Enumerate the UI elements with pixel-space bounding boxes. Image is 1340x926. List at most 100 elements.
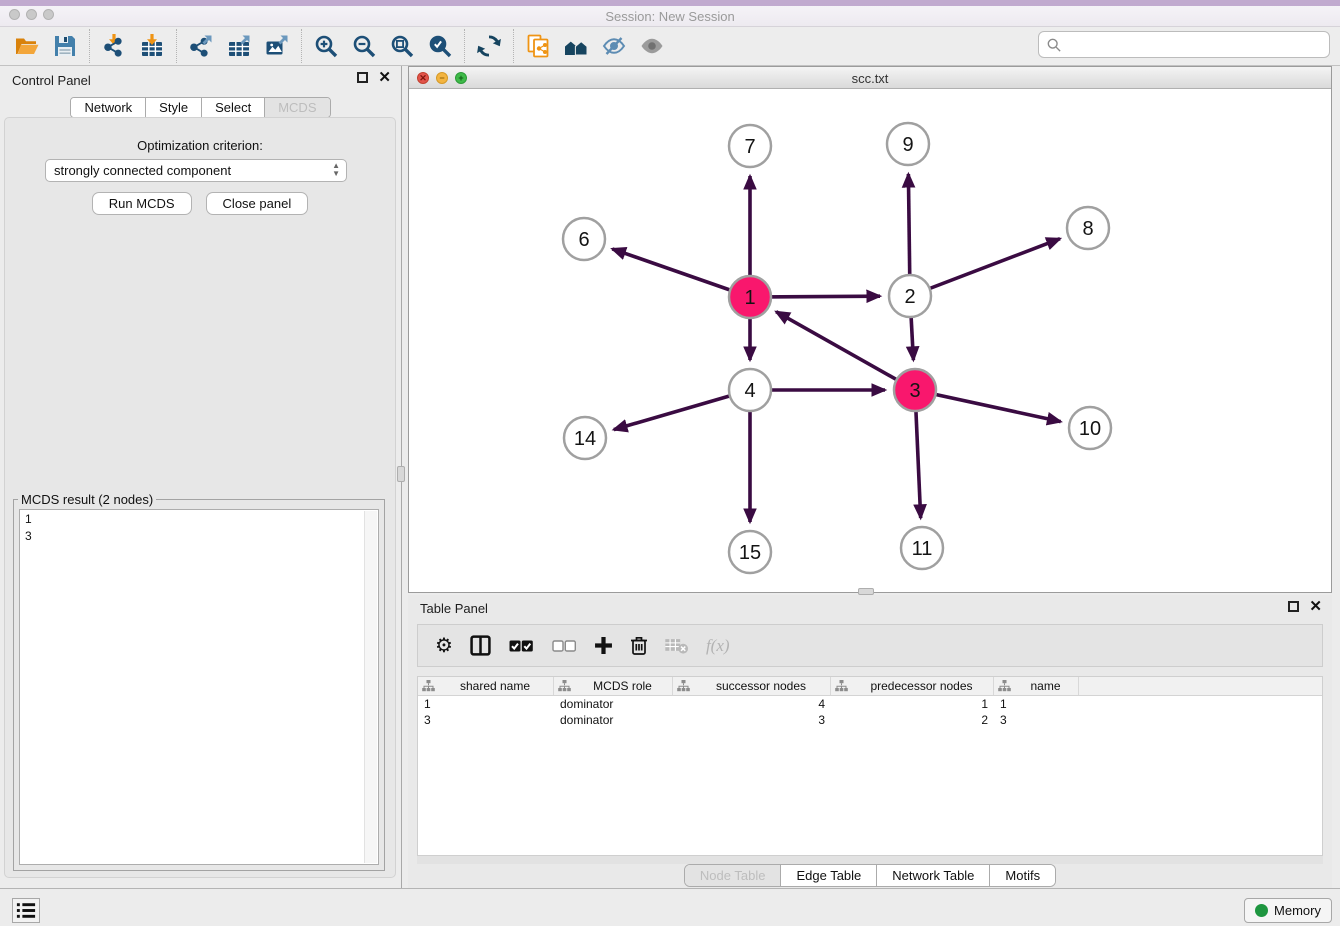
table-tab-edge-table[interactable]: Edge Table: [781, 865, 877, 886]
hide-selected-icon: [602, 34, 626, 58]
cell-shared-name[interactable]: 1: [418, 696, 554, 712]
deselect-all-button[interactable]: [551, 639, 577, 653]
columns-button[interactable]: [470, 635, 491, 656]
gear-button[interactable]: ⚙: [435, 633, 453, 658]
zoom-selected-icon: [428, 34, 452, 58]
table-tab-node-table[interactable]: Node Table: [685, 865, 782, 886]
table-header-row: shared nameMCDS rolesuccessor nodesprede…: [418, 677, 1322, 696]
refresh-layout-icon: [477, 34, 501, 58]
column-header-successor-nodes[interactable]: successor nodes: [673, 677, 831, 695]
graph-node-9[interactable]: 9: [887, 123, 929, 165]
zoom-in-button[interactable]: [307, 30, 345, 62]
hide-selected-button[interactable]: [595, 30, 633, 62]
cell-successor-nodes[interactable]: 3: [673, 712, 831, 728]
network-window-titlebar: ✕ − + scc.txt: [409, 67, 1331, 89]
zoom-out-button[interactable]: [345, 30, 383, 62]
graph-node-2[interactable]: 2: [889, 275, 931, 317]
graph-node-15[interactable]: 15: [729, 531, 771, 573]
mcds-result-list[interactable]: 13: [19, 509, 379, 865]
graph-node-6[interactable]: 6: [563, 218, 605, 260]
save-session-button[interactable]: [46, 30, 84, 62]
network-view-window: ✕ − + scc.txt 7 9 6 8 1 2 4 3 14 10 15 11: [408, 66, 1332, 593]
graph-node-3[interactable]: 3: [894, 369, 936, 411]
mcds-result-line: 1: [25, 511, 373, 528]
delete-row-button[interactable]: [630, 635, 648, 656]
table-row[interactable]: 3dominator323: [418, 712, 1322, 728]
table-tab-motifs[interactable]: Motifs: [990, 865, 1055, 886]
memory-button[interactable]: Memory: [1244, 898, 1332, 923]
hierarchy-icon: [835, 680, 848, 692]
network-graph: 7 9 6 8 1 2 4 3 14 10 15 11: [409, 89, 1331, 592]
cell-successor-nodes[interactable]: 4: [673, 696, 831, 712]
refresh-layout-button[interactable]: [470, 30, 508, 62]
search-input[interactable]: [1067, 37, 1321, 52]
optimization-criterion-select[interactable]: strongly connected component ▲▼: [45, 159, 347, 182]
cell-MCDS-role[interactable]: dominator: [554, 712, 673, 728]
result-scrollbar[interactable]: [364, 511, 377, 863]
application-window: Session: New Session Control Panel ✕ Net…: [0, 0, 1340, 926]
svg-text:3: 3: [909, 380, 920, 402]
graph-node-1[interactable]: 1: [729, 276, 771, 318]
export-network-button[interactable]: [182, 30, 220, 62]
network-canvas[interactable]: 7 9 6 8 1 2 4 3 14 10 15 11: [409, 89, 1331, 592]
search-icon: [1047, 38, 1061, 52]
cell-predecessor-nodes[interactable]: 2: [831, 712, 994, 728]
tab-network[interactable]: Network: [71, 98, 146, 117]
edge-2-8[interactable]: [910, 239, 1060, 296]
float-table-panel-icon[interactable]: [1288, 601, 1299, 612]
add-row-button[interactable]: [594, 636, 613, 655]
graph-node-14[interactable]: 14: [564, 417, 606, 459]
cell-MCDS-role[interactable]: dominator: [554, 696, 673, 712]
column-header-name[interactable]: name: [994, 677, 1079, 695]
graph-node-11[interactable]: 11: [901, 527, 943, 569]
graph-node-10[interactable]: 10: [1069, 407, 1111, 449]
close-panel-button[interactable]: Close panel: [206, 192, 309, 215]
open-session-button[interactable]: [8, 30, 46, 62]
function-button[interactable]: f(x): [706, 636, 730, 656]
search-field[interactable]: [1038, 31, 1330, 58]
tab-mcds[interactable]: MCDS: [265, 98, 329, 117]
svg-text:4: 4: [744, 380, 755, 402]
export-image-button[interactable]: [258, 30, 296, 62]
graph-node-8[interactable]: 8: [1067, 207, 1109, 249]
zoom-fit-button[interactable]: [383, 30, 421, 62]
first-neighbors-button[interactable]: [557, 30, 595, 62]
cell-predecessor-nodes[interactable]: 1: [831, 696, 994, 712]
column-header-MCDS-role[interactable]: MCDS role: [554, 677, 673, 695]
select-stepper-icon: ▲▼: [332, 162, 340, 178]
tab-style[interactable]: Style: [146, 98, 202, 117]
function-icon: f(x): [706, 636, 730, 656]
run-mcds-button[interactable]: Run MCDS: [92, 192, 192, 215]
select-all-button[interactable]: [508, 639, 534, 653]
import-table-button[interactable]: [133, 30, 171, 62]
zoom-selected-button[interactable]: [421, 30, 459, 62]
vertical-splitter-grip[interactable]: [397, 466, 405, 482]
show-all-button[interactable]: [633, 30, 671, 62]
table-tab-network-table[interactable]: Network Table: [877, 865, 990, 886]
graph-node-7[interactable]: 7: [729, 125, 771, 167]
horizontal-splitter-grip[interactable]: [858, 588, 874, 595]
graph-node-4[interactable]: 4: [729, 369, 771, 411]
tab-select[interactable]: Select: [202, 98, 265, 117]
toolbar-separator: [89, 29, 90, 63]
edge-3-10[interactable]: [915, 390, 1061, 422]
new-network-from-selection-button[interactable]: [519, 30, 557, 62]
table-row[interactable]: 1dominator411: [418, 696, 1322, 712]
task-history-button[interactable]: [12, 898, 40, 923]
svg-text:8: 8: [1082, 218, 1093, 240]
close-table-panel-icon[interactable]: ✕: [1309, 601, 1322, 612]
cell-shared-name[interactable]: 3: [418, 712, 554, 728]
delete-table-button[interactable]: [665, 637, 689, 654]
float-panel-icon[interactable]: [357, 72, 368, 83]
import-network-button[interactable]: [95, 30, 133, 62]
export-table-button[interactable]: [220, 30, 258, 62]
table-hscrollbar[interactable]: [417, 856, 1323, 864]
cell-name[interactable]: 3: [994, 712, 1079, 728]
column-header-shared-name[interactable]: shared name: [418, 677, 554, 695]
column-header-predecessor-nodes[interactable]: predecessor nodes: [831, 677, 994, 695]
cell-name[interactable]: 1: [994, 696, 1079, 712]
svg-text:11: 11: [912, 538, 933, 560]
edge-3-1[interactable]: [776, 312, 915, 390]
show-all-icon: [640, 34, 664, 58]
close-panel-icon[interactable]: ✕: [378, 72, 391, 83]
